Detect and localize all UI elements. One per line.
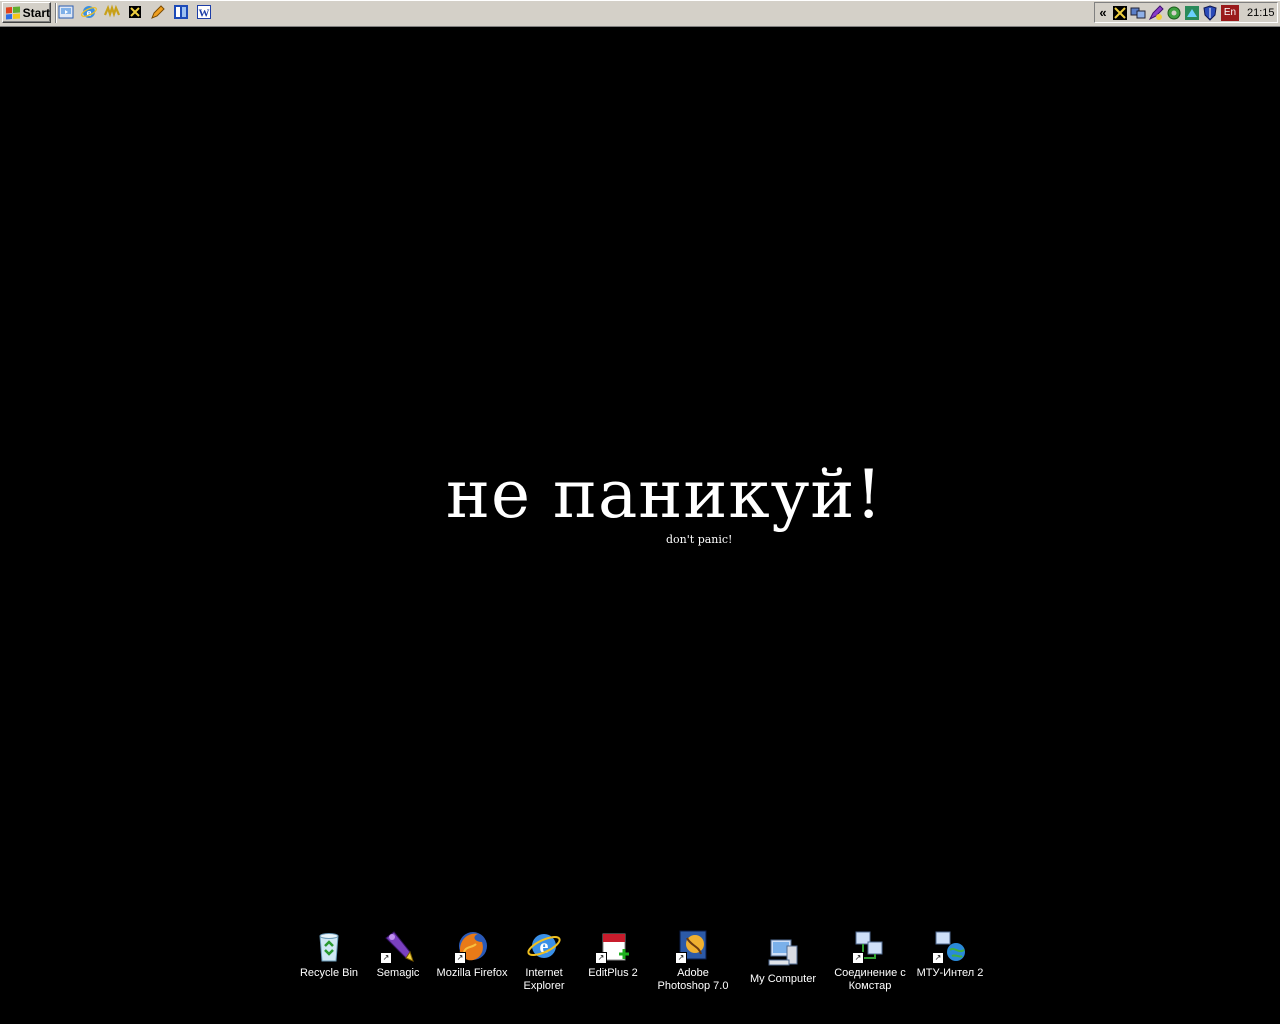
tray-gear-icon[interactable] [1166, 5, 1182, 21]
desktop-icon-label: Adobe Photoshop 7.0 [657, 967, 729, 992]
desktop-icon-editplus[interactable]: ↗ EditPlus 2 [573, 928, 653, 980]
tray-monitor-icon[interactable] [1184, 5, 1200, 21]
desktop-icon-semagic[interactable]: ↗ Semagic [358, 928, 438, 980]
app-icon[interactable] [127, 4, 143, 20]
start-button[interactable]: Start [2, 2, 51, 23]
svg-text:W: W [199, 8, 210, 20]
wallpaper-sub-text: don't panic! [666, 533, 733, 546]
recycle-bin-icon [319, 933, 339, 962]
desktop-icon-label: Mozilla Firefox [436, 967, 508, 979]
show-hidden-icons-button[interactable]: « [1096, 5, 1110, 20]
system-tray: « En 21:15 [1094, 2, 1278, 23]
desktop-icon-label: Internet Explorer [523, 967, 565, 992]
shortcut-arrow-icon: ↗ [454, 952, 466, 964]
pencil-icon[interactable] [150, 4, 166, 20]
desktop-icon-label: Semagic [376, 967, 420, 979]
shortcut-arrow-icon: ↗ [675, 952, 687, 964]
desktop-icon-firefox[interactable]: ↗ Mozilla Firefox [432, 928, 512, 980]
language-indicator[interactable]: En [1221, 4, 1239, 21]
internet-explorer-icon[interactable]: e [81, 4, 97, 20]
clock[interactable]: 21:15 [1247, 7, 1275, 19]
windows-explorer-icon[interactable] [173, 4, 189, 20]
windows-logo-icon [6, 6, 20, 19]
desktop-icon-my-computer[interactable]: My Computer [743, 928, 823, 986]
shortcut-arrow-icon: ↗ [852, 952, 864, 964]
taskbar: Start e W « En 21:15 [0, 0, 1280, 27]
desktop-icon-comstar-connection[interactable]: ↗ Соединение с Комстар [830, 928, 910, 993]
desktop-icon-label: Recycle Bin [299, 967, 359, 979]
shortcut-arrow-icon: ↗ [595, 952, 607, 964]
desktop-icon-label: EditPlus 2 [588, 967, 638, 979]
internet-explorer-icon: e [527, 934, 561, 958]
quick-launch-bar: e W [58, 4, 212, 22]
desktop-icon-internet-explorer[interactable]: e Internet Explorer [504, 928, 584, 993]
tray-shield-icon[interactable] [1202, 4, 1218, 21]
desktop-icon-recycle-bin[interactable]: Recycle Bin [289, 928, 369, 980]
desktop-icon-label: МТУ-Интел 2 [916, 967, 984, 979]
tray-network-icon[interactable] [1130, 5, 1146, 21]
show-desktop-icon[interactable] [58, 4, 74, 20]
tray-pen-icon[interactable] [1148, 4, 1164, 21]
shortcut-arrow-icon: ↗ [380, 952, 392, 964]
my-computer-icon [768, 939, 798, 966]
shortcut-arrow-icon: ↗ [932, 952, 944, 964]
start-label: Start [22, 5, 50, 20]
desktop-icon-label: My Computer [749, 973, 817, 985]
tray-icons [1112, 4, 1218, 21]
desktop-icon-photoshop[interactable]: ↗ Adobe Photoshop 7.0 [653, 928, 733, 993]
tray-app-icon[interactable] [1112, 5, 1128, 21]
desktop-icon-mtu-intel[interactable]: ↗ МТУ-Интел 2 [910, 928, 990, 980]
microsoft-word-icon[interactable]: W [196, 4, 212, 20]
desktop-icon-label: Соединение с Комстар [834, 967, 906, 992]
winamp-icon[interactable] [104, 4, 120, 20]
desktop-icons: Recycle Bin ↗ Semagic ↗ Mozilla Firefox [0, 928, 1280, 1008]
quick-launch-separator [55, 3, 57, 23]
wallpaper-main-text: не паникуй! [446, 456, 883, 533]
